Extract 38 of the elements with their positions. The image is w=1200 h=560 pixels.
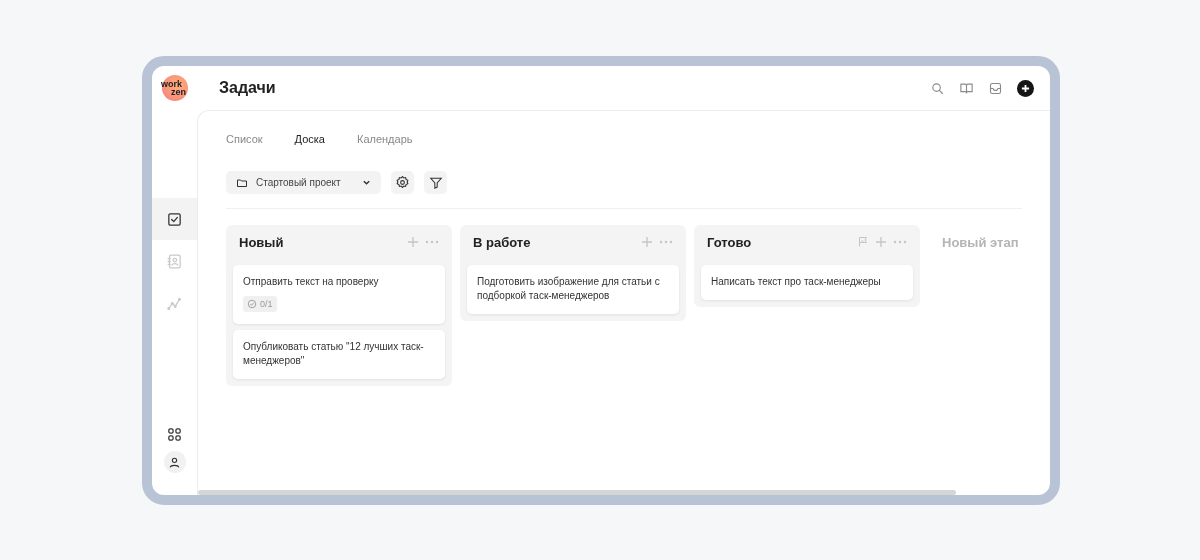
flag-icon[interactable] xyxy=(857,236,869,248)
add-icon[interactable] xyxy=(1017,79,1034,97)
settings-button[interactable] xyxy=(391,171,414,194)
caret-icon xyxy=(362,178,371,187)
check-circle-icon xyxy=(247,299,257,309)
folder-icon xyxy=(236,176,248,189)
task-card[interactable]: Подготовить изображение для статьи с подборкой таск-менеджеров xyxy=(467,265,679,314)
book-icon[interactable] xyxy=(959,80,974,96)
sidebar-item[interactable] xyxy=(152,198,197,240)
view-tab[interactable]: Календарь xyxy=(357,133,413,145)
task-title: Написать текст про таск-менеджеры xyxy=(711,275,882,289)
task-title: Отправить текст на проверку xyxy=(243,275,380,289)
filter-icon xyxy=(428,175,443,190)
checkbox-icon[interactable] xyxy=(166,210,183,228)
grid-icon[interactable] xyxy=(166,426,183,443)
more-icon[interactable] xyxy=(659,240,673,244)
column-title: В работе xyxy=(473,234,532,250)
search-icon[interactable] xyxy=(930,80,945,96)
scrollbar[interactable] xyxy=(198,490,956,495)
more-icon[interactable] xyxy=(425,240,439,244)
filter-button[interactable] xyxy=(424,171,447,194)
inbox-icon[interactable] xyxy=(988,80,1003,96)
column-title: Готово xyxy=(707,234,753,250)
task-card[interactable]: Отправить текст на проверку 0/1 xyxy=(233,265,445,324)
task-card[interactable]: Написать текст про таск-менеджеры xyxy=(701,265,913,300)
view-tab[interactable]: Доска xyxy=(294,133,325,145)
page-title: Задачи xyxy=(219,79,277,97)
task-card[interactable]: Опубликовать статью "12 лучших таск-менеджеров" xyxy=(233,330,445,379)
column-title: Новый xyxy=(239,234,285,250)
gear-icon xyxy=(395,175,410,190)
contact-book-icon[interactable] xyxy=(166,252,183,270)
checklist-badge: 0/1 xyxy=(243,296,277,312)
more-icon[interactable] xyxy=(893,240,907,244)
project-select[interactable]: Стартовый проект xyxy=(226,171,381,194)
avatar-icon[interactable] xyxy=(163,451,186,473)
task-title: Опубликовать статью "12 лучших таск-менеджеров" xyxy=(243,340,425,368)
task-title: Подготовить изображение для статьи с подборкой таск-менеджеров xyxy=(477,275,661,303)
view-tab[interactable]: Список xyxy=(226,133,263,145)
